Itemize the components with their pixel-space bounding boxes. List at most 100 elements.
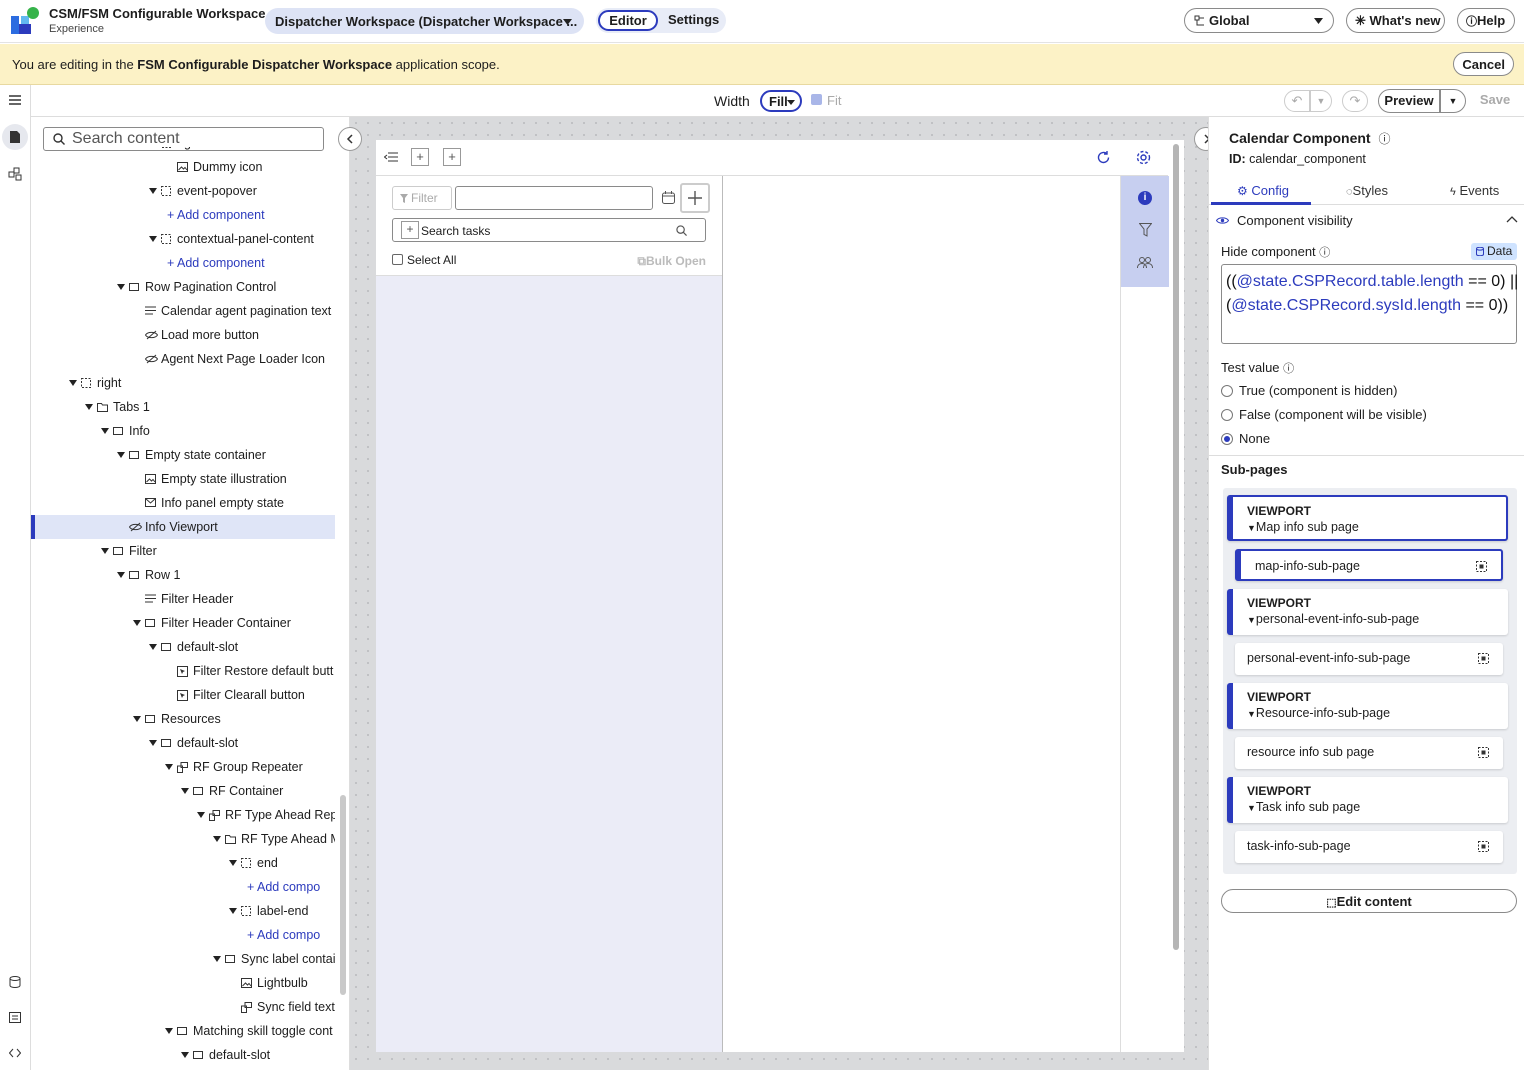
tree-node[interactable]: Load more button bbox=[31, 323, 335, 347]
expand-caret-icon[interactable] bbox=[101, 539, 109, 554]
tree-node[interactable]: Filter bbox=[31, 539, 335, 563]
tree-node[interactable]: RF Type Ahead Repe bbox=[31, 803, 335, 827]
data-binding-button[interactable]: Data bbox=[1471, 243, 1517, 260]
tree-node[interactable]: Empty state illustration bbox=[31, 467, 335, 491]
viewport-card[interactable]: VIEWPORT ▼personal-event-info-sub-page bbox=[1227, 589, 1508, 635]
tab-styles[interactable]: ◌Styles bbox=[1346, 183, 1388, 198]
tree-node[interactable]: Filter Header Container bbox=[31, 611, 335, 635]
menu-icon[interactable] bbox=[9, 95, 21, 105]
tree-node[interactable]: Lightbulb bbox=[31, 971, 335, 995]
preview-button[interactable]: Preview bbox=[1378, 89, 1440, 113]
info-icon[interactable]: ⓘ bbox=[1283, 363, 1294, 375]
edit-content-button[interactable]: ⬚Edit content bbox=[1221, 889, 1517, 913]
tree-node[interactable]: Filter Restore default butt bbox=[31, 659, 335, 683]
filter-input[interactable] bbox=[455, 186, 653, 210]
tree-node[interactable]: Agent Next Page Loader Icon bbox=[31, 347, 335, 371]
tree-node[interactable]: Add compo + bbox=[31, 875, 335, 899]
chevron-up-icon[interactable] bbox=[1506, 216, 1518, 223]
info-icon[interactable]: ⓘ bbox=[1378, 132, 1390, 146]
subpage-item[interactable]: personal-event-info-sub-page bbox=[1235, 643, 1503, 675]
visibility-section-title[interactable]: Component visibility bbox=[1237, 213, 1353, 228]
tree-node[interactable]: Add component + bbox=[31, 203, 335, 227]
expand-caret-icon[interactable] bbox=[149, 731, 157, 746]
tree-node[interactable]: Row Pagination Control bbox=[31, 275, 335, 299]
list-collapse-icon[interactable] bbox=[384, 152, 398, 162]
tree-node[interactable]: default-slot bbox=[31, 731, 335, 755]
workspace-select[interactable]: Dispatcher Workspace (Dispatcher Workspa… bbox=[265, 8, 584, 34]
expand-caret-icon[interactable] bbox=[101, 419, 109, 434]
tree-node[interactable]: right header btns bbox=[31, 147, 335, 155]
code-icon[interactable] bbox=[9, 1048, 21, 1058]
select-all-checkbox[interactable]: Select All bbox=[392, 253, 456, 267]
data-icon[interactable] bbox=[9, 976, 21, 988]
subpage-item[interactable]: map-info-sub-page bbox=[1235, 549, 1503, 581]
fit-checkbox[interactable] bbox=[811, 94, 822, 105]
tree-node[interactable]: Resources bbox=[31, 707, 335, 731]
tree-node[interactable]: RF Group Repeater bbox=[31, 755, 335, 779]
tree-node[interactable]: Dummy icon bbox=[31, 155, 335, 179]
undo-button[interactable]: ↶ bbox=[1284, 90, 1310, 112]
tree-node[interactable]: contextual-panel-content bbox=[31, 227, 335, 251]
tree-node[interactable]: Empty state container bbox=[31, 443, 335, 467]
tree-node[interactable]: Sync field text bbox=[31, 995, 335, 1019]
expand-caret-icon[interactable] bbox=[197, 803, 205, 818]
search-tasks-input[interactable]: + Search tasks bbox=[392, 218, 706, 242]
expand-caret-icon[interactable] bbox=[229, 851, 237, 866]
width-select[interactable]: Fill bbox=[760, 90, 802, 112]
open-subpage-icon[interactable] bbox=[1478, 841, 1489, 852]
expand-caret-icon[interactable] bbox=[117, 563, 125, 578]
open-subpage-icon[interactable] bbox=[1478, 653, 1489, 664]
cancel-button[interactable]: Cancel bbox=[1453, 52, 1514, 76]
tree-node[interactable]: label-end bbox=[31, 899, 335, 923]
tree-node[interactable]: end bbox=[31, 851, 335, 875]
tree-node[interactable]: Matching skill toggle cont bbox=[31, 1019, 335, 1043]
add-task-button[interactable] bbox=[680, 183, 710, 213]
expand-caret-icon[interactable] bbox=[117, 443, 125, 458]
info-icon[interactable]: i bbox=[1138, 191, 1152, 205]
save-button[interactable]: Save bbox=[1474, 89, 1516, 113]
expand-caret-icon[interactable] bbox=[149, 635, 157, 650]
preview-menu-button[interactable]: ▼ bbox=[1440, 89, 1466, 113]
add-slot-icon[interactable]: + bbox=[411, 148, 429, 166]
open-subpage-icon[interactable] bbox=[1476, 561, 1487, 572]
tree-node[interactable]: default-slot bbox=[31, 635, 335, 659]
expand-caret-icon[interactable] bbox=[165, 1019, 173, 1034]
tree-node[interactable]: Row 1 bbox=[31, 563, 335, 587]
components-icon[interactable] bbox=[8, 167, 22, 181]
expand-caret-icon[interactable] bbox=[165, 755, 173, 770]
frame-scrollbar[interactable] bbox=[1173, 144, 1179, 950]
tree-node[interactable]: RF Container bbox=[31, 779, 335, 803]
tree-node[interactable]: Filter Header bbox=[31, 587, 335, 611]
tree-node[interactable]: Calendar agent pagination text bbox=[31, 299, 335, 323]
tree-node[interactable]: Sync label contai bbox=[31, 947, 335, 971]
gear-icon[interactable] bbox=[1136, 150, 1151, 165]
tree-node[interactable]: RF Type Ahead M bbox=[31, 827, 335, 851]
expand-caret-icon[interactable] bbox=[85, 395, 93, 410]
settings-tab[interactable]: Settings bbox=[668, 12, 719, 27]
tree-node[interactable]: Info panel empty state bbox=[31, 491, 335, 515]
undo-menu-button[interactable]: ▼ bbox=[1310, 90, 1332, 112]
tree-node[interactable]: Filter Clearall button bbox=[31, 683, 335, 707]
viewport-card[interactable]: VIEWPORT ▼Map info sub page bbox=[1227, 495, 1508, 541]
expand-caret-icon[interactable] bbox=[149, 179, 157, 194]
open-subpage-icon[interactable] bbox=[1478, 747, 1489, 758]
people-icon[interactable] bbox=[1137, 257, 1153, 269]
expand-caret-icon[interactable] bbox=[133, 707, 141, 722]
help-button[interactable]: ⓘHelp bbox=[1457, 8, 1515, 33]
tab-config[interactable]: ⚙ Config bbox=[1237, 183, 1289, 198]
editor-tab[interactable]: Editor bbox=[598, 10, 658, 31]
expand-caret-icon[interactable] bbox=[149, 227, 157, 242]
expand-caret-icon[interactable] bbox=[117, 275, 125, 290]
subpage-item[interactable]: task-info-sub-page bbox=[1235, 831, 1503, 863]
viewport-card[interactable]: VIEWPORT ▼Task info sub page bbox=[1227, 777, 1508, 823]
tree-node[interactable]: Add compo + bbox=[31, 923, 335, 947]
hide-condition-editor[interactable]: ((@state.CSPRecord.table.length == 0) ||… bbox=[1221, 264, 1518, 344]
add-component-link[interactable]: Add component bbox=[177, 251, 265, 275]
expand-caret-icon[interactable] bbox=[229, 899, 237, 914]
filter-button[interactable]: Filter bbox=[392, 186, 452, 210]
collapse-left-button[interactable] bbox=[338, 127, 362, 151]
refresh-icon[interactable] bbox=[1096, 150, 1111, 165]
tree-node[interactable]: right bbox=[31, 371, 335, 395]
expand-caret-icon[interactable] bbox=[133, 611, 141, 626]
tab-events[interactable]: ϟ Events bbox=[1450, 183, 1499, 198]
